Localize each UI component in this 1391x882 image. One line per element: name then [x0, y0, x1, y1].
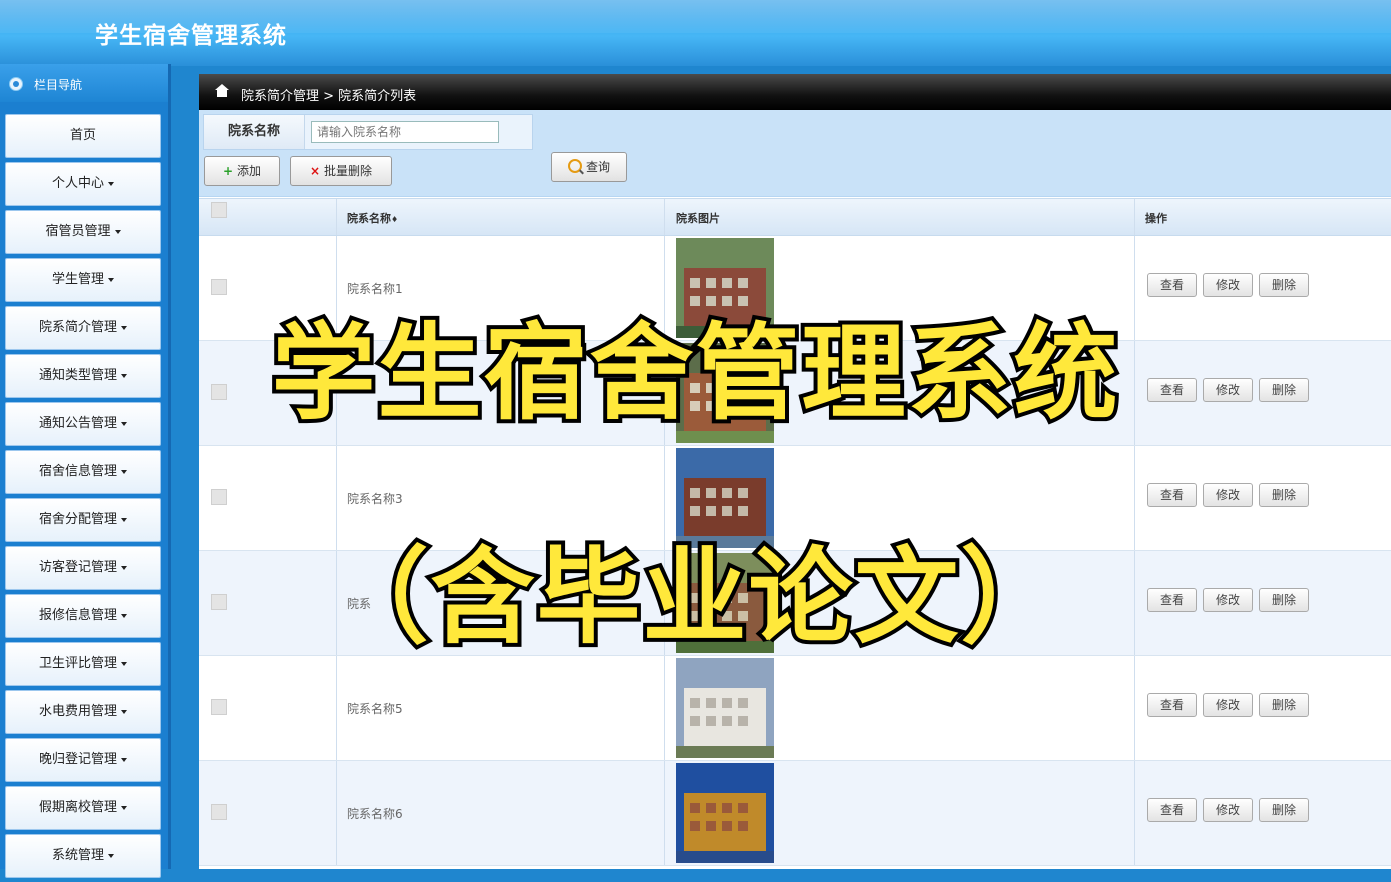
sidebar-item-label: 系统管理	[51, 848, 104, 863]
search-input[interactable]	[311, 121, 499, 143]
plus-icon: +	[222, 164, 234, 178]
delete-x-icon: ×	[309, 164, 321, 178]
nav-dot-icon	[9, 77, 23, 91]
home-icon[interactable]	[215, 84, 229, 98]
sidebar-item-label: 宿舍信息管理	[38, 464, 117, 479]
breadcrumb: 院系简介管理 > 院系简介列表	[199, 74, 1391, 110]
breadcrumb-text: 院系简介管理 > 院系简介列表	[241, 89, 417, 104]
search-icon	[567, 159, 582, 173]
sidebar-item-label: 假期离校管理	[38, 800, 117, 815]
col-header-ops: 操作	[1145, 212, 1167, 225]
sidebar-item-label: 首页	[69, 128, 96, 143]
sidebar-item[interactable]: 宿管员管理	[5, 210, 161, 254]
sidebar-header-label: 栏目导航	[34, 78, 83, 92]
department-image	[676, 763, 774, 863]
col-header-name[interactable]: 院系名称♦	[347, 210, 398, 226]
sidebar-item-label: 宿管员管理	[45, 224, 111, 239]
view-button[interactable]: 查看	[1147, 798, 1197, 822]
sidebar-item[interactable]: 晚归登记管理	[5, 738, 161, 782]
sidebar-item-label: 水电费用管理	[38, 704, 117, 719]
sidebar-item-label: 晚归登记管理	[38, 752, 117, 767]
batch-delete-button[interactable]: × 批量删除	[290, 156, 392, 186]
table-row: 院系名称5 查看 修改 删除	[199, 656, 1391, 761]
query-button[interactable]: 查询	[551, 152, 627, 182]
batch-delete-label: 批量删除	[324, 164, 373, 178]
query-button-label: 查询	[585, 160, 610, 174]
overlay-subtitle: （含毕业论文）	[320, 532, 1068, 662]
caret-down-icon	[108, 181, 114, 186]
sidebar-item[interactable]: 假期离校管理	[5, 786, 161, 830]
edit-button[interactable]: 修改	[1203, 483, 1253, 507]
add-button-label: 添加	[237, 164, 262, 178]
delete-button[interactable]: 删除	[1259, 693, 1309, 717]
sidebar-item[interactable]: 水电费用管理	[5, 690, 161, 734]
caret-down-icon	[114, 229, 121, 234]
select-all-checkbox[interactable]	[211, 202, 227, 218]
caret-down-icon	[121, 805, 127, 810]
row-checkbox[interactable]	[211, 804, 227, 820]
edit-button[interactable]: 修改	[1203, 798, 1253, 822]
main-panel: 院系简介管理 > 院系简介列表 院系名称 查询 +添加 ×批量删除 院系名称♦ …	[199, 74, 1391, 869]
row-actions: 查看 修改 删除	[1147, 693, 1315, 717]
col-header-image: 院系图片	[676, 212, 720, 225]
caret-down-icon	[121, 709, 127, 714]
row-actions: 查看 修改 删除	[1147, 483, 1315, 507]
search-label: 院系名称	[204, 115, 305, 149]
edit-button[interactable]: 修改	[1203, 693, 1253, 717]
sidebar-item[interactable]: 首页	[5, 114, 161, 158]
sidebar-item[interactable]: 系统管理	[5, 834, 161, 878]
app-header: 学生宿舍管理系统	[0, 0, 1391, 66]
view-button[interactable]: 查看	[1147, 693, 1197, 717]
row-checkbox[interactable]	[211, 489, 227, 505]
sidebar-header: 栏目导航	[0, 64, 168, 102]
sidebar-item[interactable]: 个人中心	[5, 162, 161, 206]
row-actions: 查看 修改 删除	[1147, 798, 1315, 822]
view-button[interactable]: 查看	[1147, 483, 1197, 507]
add-button[interactable]: + 添加	[204, 156, 280, 186]
sidebar-item-label: 学生管理	[51, 272, 104, 287]
department-name: 院系名称5	[347, 702, 403, 716]
sidebar: 栏目导航 首页 个人中心 宿管员管理 学生管理 院系简介管理 通知类型管理 通知公告管理 宿舍…	[0, 64, 171, 878]
table-row: 院系名称6 查看 修改 删除	[199, 761, 1391, 866]
department-image	[676, 658, 774, 758]
search-box: 院系名称	[203, 114, 533, 150]
delete-button[interactable]: 删除	[1259, 483, 1309, 507]
row-checkbox[interactable]	[211, 699, 227, 715]
caret-down-icon	[108, 853, 114, 858]
department-name: 院系名称3	[347, 492, 403, 506]
sidebar-item-label: 个人中心	[51, 176, 104, 191]
sidebar-item[interactable]: 宿舍信息管理	[5, 450, 161, 494]
overlay-title: 学生宿舍管理系统	[267, 308, 1121, 438]
table-header: 院系名称♦ 院系图片 操作	[199, 198, 1391, 236]
app-title: 学生宿舍管理系统	[95, 23, 287, 49]
department-name: 院系名称6	[347, 807, 403, 821]
caret-down-icon	[108, 277, 114, 282]
caret-down-icon	[121, 757, 127, 762]
sidebar-menu: 首页 个人中心 宿管员管理 学生管理 院系简介管理 通知类型管理 通知公告管理 宿舍信息管理宿…	[5, 114, 161, 882]
caret-down-icon	[121, 469, 127, 474]
delete-button[interactable]: 删除	[1259, 798, 1309, 822]
